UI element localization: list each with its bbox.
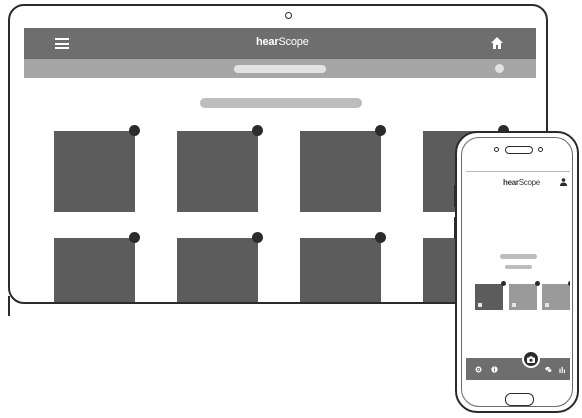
laptop-hinge: [8, 296, 10, 316]
phone-title-placeholder: [500, 254, 537, 259]
phone-content-tile[interactable]: [475, 281, 506, 310]
sub-header-bar: [24, 59, 536, 78]
phone-logo-suffix: Scope: [518, 178, 540, 187]
phone-content-tile[interactable]: [509, 281, 540, 310]
title-placeholder: [200, 98, 362, 108]
phone-tile-badge: [568, 281, 570, 286]
camera-button[interactable]: [522, 350, 540, 368]
chat-icon[interactable]: [545, 366, 552, 373]
tile-badge: [129, 125, 140, 136]
phone-tile-marker: [478, 303, 482, 307]
tile-badge: [375, 125, 386, 136]
content-tile[interactable]: [54, 232, 140, 302]
logo-brand-suffix: Scope: [278, 36, 309, 48]
phone-speaker: [505, 146, 533, 154]
camera-icon: [527, 356, 535, 363]
subheader-placeholder: [234, 65, 326, 73]
gear-icon[interactable]: [475, 366, 482, 373]
phone-tile-badge: [501, 281, 506, 286]
stats-icon[interactable]: [559, 366, 566, 373]
phone-sensor: [494, 147, 499, 152]
phone-volume-button: [454, 185, 457, 207]
top-app-bar: hearScope: [24, 28, 536, 59]
content-tile[interactable]: [54, 125, 140, 212]
logo-brand-prefix: hear: [256, 36, 279, 48]
phone-tile-marker: [545, 303, 549, 307]
content-tile[interactable]: [177, 232, 263, 302]
content-tile[interactable]: [300, 125, 386, 212]
home-icon[interactable]: [490, 36, 504, 50]
content-tile[interactable]: [300, 232, 386, 302]
tile-badge: [252, 125, 263, 136]
phone-logo-prefix: hear: [503, 178, 519, 187]
info-icon[interactable]: [491, 366, 498, 373]
phone-tile-marker: [512, 303, 516, 307]
phone-bottom-nav: [466, 350, 570, 380]
tile-badge: [129, 232, 140, 243]
content-tile[interactable]: [177, 125, 263, 212]
tile-badge: [252, 232, 263, 243]
menu-icon[interactable]: [55, 38, 69, 49]
phone-device: hearScope: [454, 131, 579, 413]
phone-content-tile[interactable]: [542, 281, 570, 310]
phone-screen: hearScope: [466, 171, 570, 380]
phone-subtitle-placeholder: [505, 265, 532, 269]
phone-home-button[interactable]: [505, 393, 534, 406]
subheader-indicator[interactable]: [495, 64, 504, 73]
phone-tile-badge: [535, 281, 540, 286]
app-logo: hearScope: [256, 36, 309, 48]
phone-front-camera: [538, 147, 543, 152]
phone-side-button: [454, 217, 457, 239]
user-icon[interactable]: [560, 178, 567, 186]
phone-app-logo: hearScope: [503, 178, 540, 187]
tile-badge: [375, 232, 386, 243]
laptop-camera: [285, 12, 292, 19]
